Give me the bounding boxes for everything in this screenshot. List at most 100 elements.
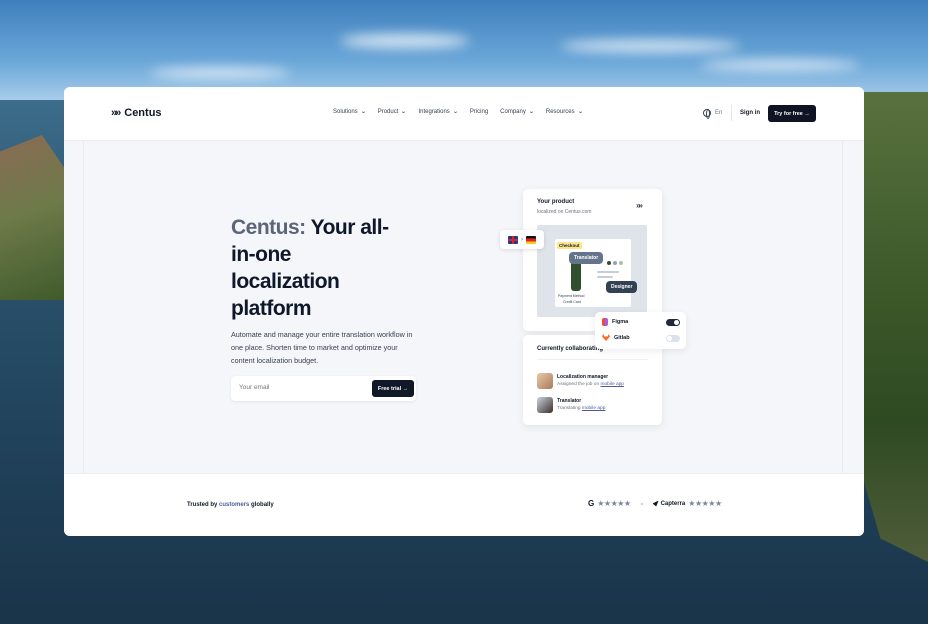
status-text: Assigned the job on <box>557 382 601 387</box>
browser-window: » » Centus Solutions ⌄ Product ⌄ Integra… <box>64 87 864 536</box>
capterra-arrow-icon <box>652 500 659 507</box>
color-swatch <box>607 261 611 265</box>
checkout-screen: Checkout Payment Method Credit Card <box>555 239 631 307</box>
menu-item-product[interactable]: Product ⌄ <box>377 108 407 116</box>
collaborator-item: Localization manager Assigned the job on… <box>537 373 624 389</box>
mobile-app-link[interactable]: mobile app <box>582 406 605 411</box>
logo-text: Centus <box>124 107 162 119</box>
main-menu: Solutions ⌄ Product ⌄ Integrations ⌄ Pri… <box>333 108 584 116</box>
avatar <box>537 373 553 389</box>
chevron-down-icon: ⌄ <box>577 109 584 115</box>
menu-label: Pricing <box>469 108 489 115</box>
globe-icon <box>703 109 711 119</box>
trusted-suffix: globally <box>249 502 274 508</box>
placeholder-line <box>597 276 613 278</box>
cloud <box>340 34 470 48</box>
integration-label: Gitlab <box>614 334 630 341</box>
avatar <box>537 397 553 413</box>
germany-flag-icon <box>526 235 536 244</box>
payment-method-label: Payment Method <box>558 294 585 298</box>
cloud <box>150 68 290 78</box>
try-for-free-button[interactable]: Try for free → <box>768 105 816 122</box>
email-input[interactable] <box>239 384 359 391</box>
integrations-card: Figma Gitlab <box>595 312 686 349</box>
menu-label: Integrations <box>418 108 450 115</box>
collaborator-status: Assigned the job on mobile app <box>557 382 624 387</box>
status-text: Translating <box>557 406 582 411</box>
cloud <box>700 60 860 70</box>
uk-flag-icon <box>508 235 518 244</box>
product-card-subtitle: localized on Centus.com <box>537 209 592 215</box>
google-rating: G ★★★★★ <box>588 499 631 508</box>
top-nav: » » Centus Solutions ⌄ Product ⌄ Integra… <box>64 87 864 141</box>
centus-chevron-icon: »» <box>636 201 643 210</box>
star-rating: ★★★★★ <box>688 499 722 508</box>
menu-item-integrations[interactable]: Integrations ⌄ <box>418 108 459 116</box>
color-swatch <box>613 261 617 265</box>
menu-item-company[interactable]: Company ⌄ <box>500 108 535 116</box>
hero-section: Centus: Your all-in-one localization pla… <box>64 141 864 536</box>
chevron-glyph: » <box>638 201 643 210</box>
trusted-prefix: Trusted by <box>187 502 220 508</box>
mobile-app-link[interactable]: mobile app <box>600 382 623 387</box>
designer-bubble: Designer <box>606 281 638 293</box>
nav-divider <box>731 105 732 121</box>
checkout-tag: Checkout <box>557 242 582 249</box>
free-trial-button[interactable]: Free trial → <box>372 380 414 397</box>
language-flags-badge: › <box>500 230 544 249</box>
hero-title: Centus: Your all-in-one localization pla… <box>231 214 401 322</box>
toggle-knob <box>674 320 679 325</box>
language-selector[interactable]: En <box>703 109 723 119</box>
ratings-row: G ★★★★★ Capterra ★★★★★ <box>588 499 722 508</box>
customers-link[interactable]: customers <box>219 502 249 508</box>
sign-in-link[interactable]: Sign in <box>740 110 760 116</box>
product-preview-card: Your product localized on Centus.com »» … <box>523 189 662 331</box>
language-label: En <box>715 110 723 116</box>
centus-logo[interactable]: » » Centus <box>111 107 162 119</box>
arrow-icon: › <box>521 236 523 243</box>
menu-item-resources[interactable]: Resources ⌄ <box>545 108 584 116</box>
product-bottle-image <box>571 261 581 291</box>
coastline-right <box>860 92 928 562</box>
logo-chevron-icon: » <box>115 107 121 119</box>
chevron-down-icon: ⌄ <box>452 109 459 115</box>
translator-bubble: Translator <box>569 252 604 264</box>
trusted-by-text: Trusted by customers globally <box>187 502 274 508</box>
google-logo-icon: G <box>588 499 595 508</box>
separator-dot <box>640 502 643 505</box>
menu-item-pricing[interactable]: Pricing <box>470 108 488 115</box>
app-preview: Checkout Payment Method Credit Card Tran… <box>537 225 647 317</box>
integration-gitlab: Gitlab <box>602 334 630 341</box>
menu-label: Product <box>377 108 399 115</box>
star-rating: ★★★★★ <box>597 499 631 508</box>
menu-label: Solutions <box>333 108 358 115</box>
gitlab-toggle[interactable] <box>666 335 680 342</box>
hero-title-accent: Centus: <box>231 216 306 239</box>
integration-figma: Figma <box>602 318 628 326</box>
collab-card-title: Currently collaborating <box>537 346 604 352</box>
chevron-down-icon: ⌄ <box>360 109 367 115</box>
capterra-logo: Capterra <box>652 500 686 507</box>
logo-chevron-icon: » <box>111 107 117 119</box>
email-signup-form: Free trial → <box>231 376 416 401</box>
chevron-down-icon: ⌄ <box>400 109 407 115</box>
product-card-title: Your product <box>537 199 575 205</box>
capterra-label: Capterra <box>660 500 686 507</box>
cloud <box>560 40 740 52</box>
menu-label: Company <box>500 108 526 115</box>
placeholder-line <box>597 271 619 273</box>
collaborator-role: Translator <box>557 398 582 404</box>
integration-label: Figma <box>612 319 629 325</box>
collaborator-role: Localization manager <box>557 374 609 380</box>
trust-bar: Trusted by customers globally G ★★★★★ Ca… <box>64 473 864 536</box>
color-swatch <box>619 261 623 265</box>
divider <box>537 359 648 360</box>
hero-description: Automate and manage your entire translat… <box>231 330 413 365</box>
figma-toggle[interactable] <box>666 319 680 326</box>
chevron-down-icon: ⌄ <box>528 109 535 115</box>
menu-item-solutions[interactable]: Solutions ⌄ <box>333 108 367 116</box>
collaborator-item: Translator Translating mobile app <box>537 397 605 413</box>
gitlab-icon <box>602 334 610 341</box>
menu-label: Resources <box>545 108 575 115</box>
figma-icon <box>602 318 608 326</box>
